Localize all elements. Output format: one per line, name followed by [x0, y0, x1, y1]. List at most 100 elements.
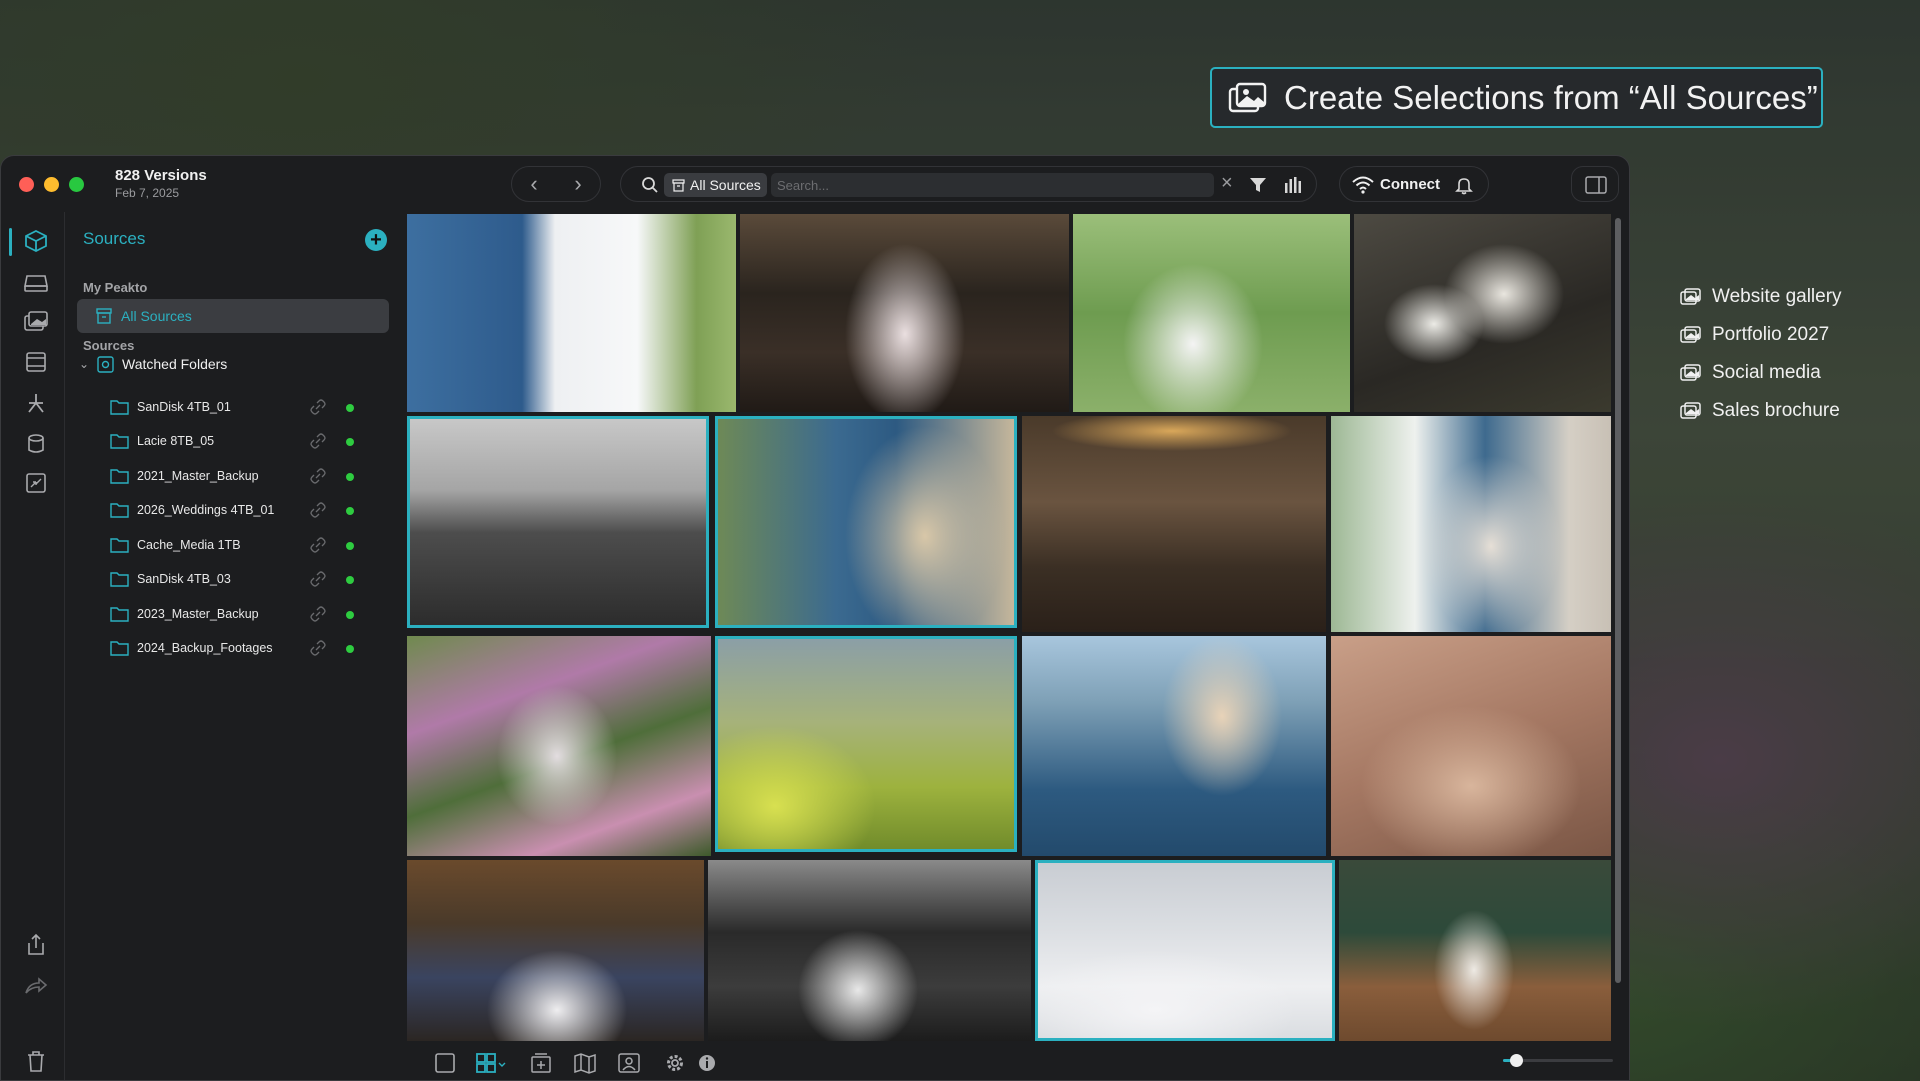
slider-knob[interactable]: [1510, 1054, 1524, 1067]
window-title: 828 Versions: [115, 167, 207, 184]
add-source-button[interactable]: +: [365, 229, 387, 251]
close-window-button[interactable]: [19, 177, 34, 192]
photo-thumbnail-selected[interactable]: [1035, 860, 1335, 1041]
link-icon[interactable]: [310, 468, 326, 484]
photo-thumbnail[interactable]: [407, 860, 704, 1041]
compare-icon[interactable]: [23, 471, 49, 495]
photo-thumbnail[interactable]: [1331, 636, 1611, 856]
chevron-down-icon[interactable]: ⌄: [79, 357, 89, 371]
link-icon[interactable]: [310, 433, 326, 449]
filter-icon[interactable]: [1248, 175, 1268, 195]
grid-view-icon[interactable]: [475, 1052, 507, 1074]
add-to-selection-icon[interactable]: [529, 1052, 553, 1074]
photo-thumbnail[interactable]: [1022, 416, 1326, 632]
photo-thumbnail-selected[interactable]: [715, 636, 1017, 852]
sidebar-item-all-sources[interactable]: All Sources: [77, 299, 389, 333]
folder-icon: [110, 400, 129, 415]
histogram-icon[interactable]: [1283, 175, 1303, 195]
window-date: Feb 7, 2025: [115, 186, 180, 200]
toggle-inspector-button[interactable]: [1571, 166, 1619, 202]
connect-group: Connect: [1339, 166, 1489, 202]
single-view-icon[interactable]: [433, 1052, 457, 1074]
database-icon[interactable]: [23, 432, 49, 456]
source-scope-chip[interactable]: All Sources: [664, 173, 767, 197]
selection-item[interactable]: Social media: [1680, 354, 1842, 392]
map-icon[interactable]: [573, 1052, 597, 1074]
selection-label: Website gallery: [1712, 286, 1842, 307]
forward-icon[interactable]: ›: [574, 173, 581, 195]
folder-icon: [110, 434, 129, 449]
watched-folders-label: Watched Folders: [122, 356, 228, 372]
folder-item[interactable]: SanDisk 4TB_03: [110, 569, 430, 591]
connect-button[interactable]: Connect: [1380, 176, 1440, 193]
photos-icon[interactable]: [23, 310, 49, 334]
photo-thumbnail-selected[interactable]: [715, 416, 1017, 628]
watched-folders-group[interactable]: ⌄ Watched Folders: [79, 353, 227, 375]
selection-item[interactable]: Sales brochure: [1680, 392, 1842, 430]
folder-item[interactable]: Cache_Media 1TB: [110, 535, 430, 557]
folder-item[interactable]: 2023_Master_Backup: [110, 604, 430, 626]
thumbnail-size-slider[interactable]: [1503, 1054, 1613, 1067]
section-header-sources: Sources: [83, 338, 135, 353]
bottom-toolbar: [407, 1046, 1629, 1080]
tools-icon[interactable]: [23, 391, 49, 415]
photo-thumbnail[interactable]: [1022, 636, 1326, 856]
photo-thumbnail-selected[interactable]: [407, 416, 709, 628]
minimize-window-button[interactable]: [44, 177, 59, 192]
drive-icon[interactable]: [23, 270, 49, 294]
photos-icon: [1680, 402, 1701, 419]
icon-rail: [1, 212, 65, 1080]
folder-name: 2026_Weddings 4TB_01: [137, 503, 275, 517]
trash-icon[interactable]: [23, 1049, 49, 1073]
bell-icon[interactable]: [1454, 175, 1474, 195]
people-icon[interactable]: [617, 1052, 641, 1074]
photo-thumbnail[interactable]: [1354, 214, 1611, 412]
section-header-my-peakto: My Peakto: [83, 280, 148, 295]
photo-thumbnail[interactable]: [1073, 214, 1350, 412]
link-icon[interactable]: [310, 640, 326, 656]
clear-search-icon[interactable]: ×: [1221, 172, 1233, 195]
folder-name: 2023_Master_Backup: [137, 607, 259, 621]
folder-item[interactable]: 2021_Master_Backup: [110, 466, 430, 488]
archive-icon: [672, 178, 685, 192]
cube-icon[interactable]: [23, 229, 49, 253]
grid-scrollbar[interactable]: [1615, 218, 1621, 983]
link-icon[interactable]: [310, 606, 326, 622]
link-icon[interactable]: [310, 399, 326, 415]
sidebar-item-label: All Sources: [121, 308, 192, 324]
folder-item[interactable]: 2026_Weddings 4TB_01: [110, 500, 430, 522]
watched-folder-icon: [97, 355, 114, 373]
photo-thumbnail[interactable]: [407, 214, 736, 412]
link-icon[interactable]: [310, 502, 326, 518]
link-icon[interactable]: [310, 571, 326, 587]
gear-icon[interactable]: [663, 1052, 687, 1074]
folder-icon: [110, 469, 129, 484]
status-online-dot: [346, 611, 354, 619]
share-icon[interactable]: [23, 933, 49, 957]
folder-item[interactable]: 2024_Backup_Footages: [110, 638, 430, 660]
photo-thumbnail[interactable]: [708, 860, 1031, 1041]
folder-name: Lacie 8TB_05: [137, 434, 215, 448]
folder-item[interactable]: SanDisk 4TB_01: [110, 397, 430, 419]
folder-item[interactable]: Lacie 8TB_05: [110, 431, 430, 453]
photo-thumbnail[interactable]: [1339, 860, 1611, 1041]
photo-thumbnail[interactable]: [1331, 416, 1611, 632]
wifi-icon[interactable]: [1352, 175, 1374, 195]
selection-item[interactable]: Portfolio 2027: [1680, 316, 1842, 354]
folder-name: SanDisk 4TB_03: [137, 572, 231, 586]
photo-grid: [407, 214, 1611, 1041]
status-online-dot: [346, 542, 354, 550]
info-icon[interactable]: [695, 1052, 719, 1074]
photo-thumbnail[interactable]: [407, 636, 711, 856]
zoom-window-button[interactable]: [69, 177, 84, 192]
link-icon[interactable]: [310, 537, 326, 553]
selection-item[interactable]: Website gallery: [1680, 278, 1842, 316]
photo-thumbnail[interactable]: [740, 214, 1069, 412]
search-icon[interactable]: [641, 176, 659, 194]
titlebar: 828 Versions Feb 7, 2025 ‹ › All Sources…: [1, 156, 1629, 212]
selection-label: Sales brochure: [1712, 400, 1840, 421]
back-icon[interactable]: ‹: [530, 173, 537, 195]
forward-share-icon[interactable]: [23, 974, 49, 998]
search-input[interactable]: [771, 173, 1214, 197]
film-icon[interactable]: [23, 350, 49, 374]
